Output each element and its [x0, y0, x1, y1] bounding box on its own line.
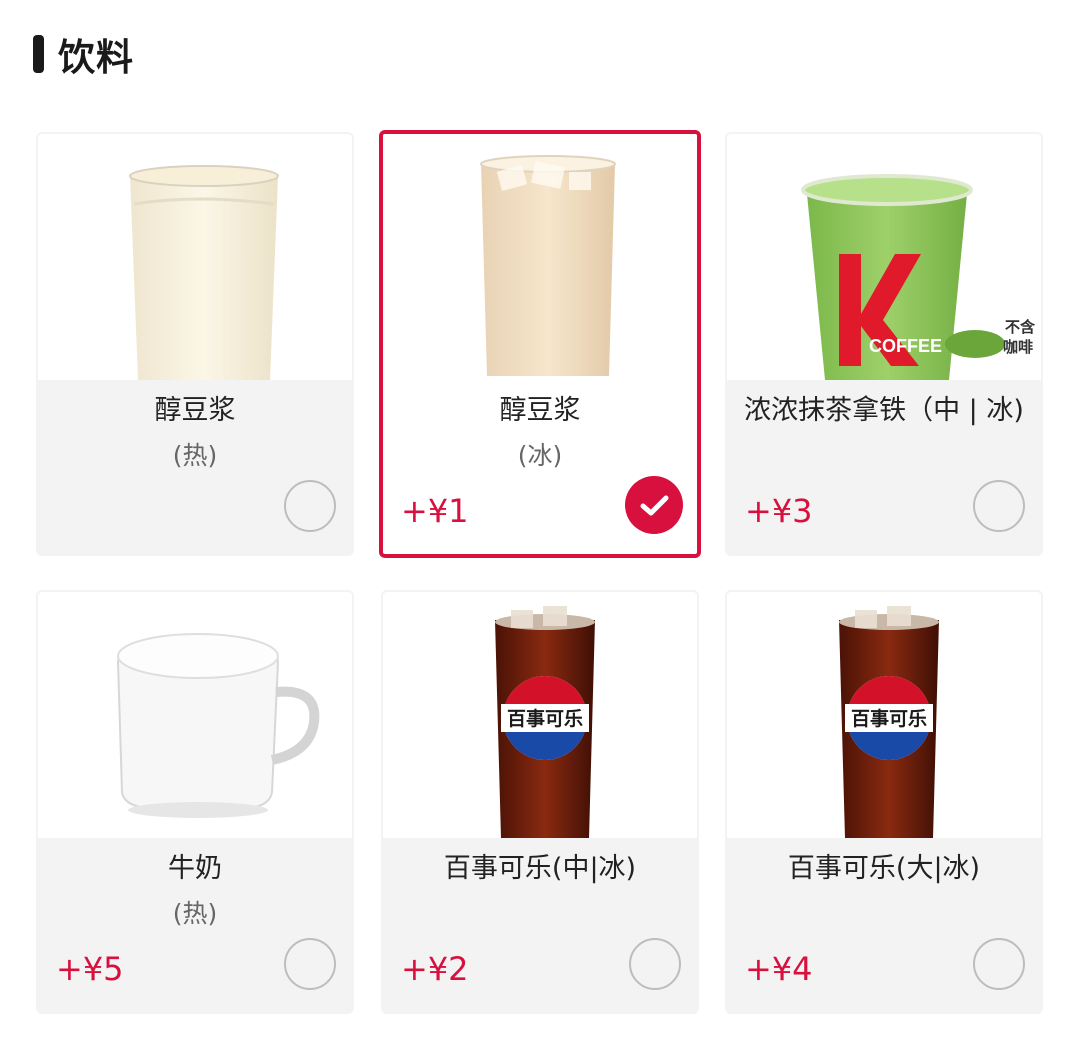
- drink-image: 百事可乐: [383, 592, 697, 838]
- svg-text:不含: 不含: [1005, 318, 1036, 336]
- drink-name: 牛奶: [168, 853, 222, 884]
- svg-text:COFFEE: COFFEE: [869, 336, 942, 356]
- drink-price: +¥1: [401, 492, 469, 530]
- select-radio[interactable]: [973, 480, 1025, 532]
- drink-option-card[interactable]: 醇豆浆 (热): [36, 132, 354, 556]
- drink-name: 浓浓抹茶拿铁（中 | 冰): [744, 395, 1024, 426]
- drink-name: 醇豆浆: [154, 395, 236, 426]
- svg-text:咖啡: 咖啡: [1003, 338, 1033, 356]
- drink-option-card[interactable]: 醇豆浆 (冰) +¥1: [379, 130, 701, 558]
- drink-subtitle: (热): [172, 899, 218, 928]
- checkmark-icon: [640, 495, 669, 516]
- select-radio[interactable]: [973, 938, 1025, 990]
- svg-text:百事可乐: 百事可乐: [507, 707, 583, 730]
- section-header: 饮料: [33, 32, 134, 79]
- matcha-latte-cup-icon: COFFEE 不含 咖啡: [801, 174, 1036, 380]
- drink-price: +¥3: [745, 492, 813, 530]
- drink-option-card[interactable]: 百事可乐 百事可乐(中|冰) +¥2: [381, 590, 699, 1014]
- select-radio[interactable]: [284, 938, 336, 990]
- pepsi-cola-glass-icon: 百事可乐: [839, 606, 939, 838]
- pepsi-cola-glass-icon: 百事可乐: [495, 606, 595, 838]
- drink-option-card[interactable]: 百事可乐 百事可乐(大|冰) +¥4: [725, 590, 1043, 1014]
- drink-image: [38, 134, 352, 380]
- drink-subtitle: (热): [172, 441, 218, 470]
- select-radio[interactable]: [629, 938, 681, 990]
- drink-subtitle: (冰): [517, 441, 563, 470]
- drink-name: 百事可乐(大|冰): [787, 853, 981, 884]
- drink-option-card[interactable]: COFFEE 不含 咖啡 浓浓抹茶拿铁（中 | 冰) +¥3: [725, 132, 1043, 556]
- drink-option-card[interactable]: 牛奶 (热) +¥5: [36, 590, 354, 1014]
- select-radio-checked[interactable]: [625, 476, 683, 534]
- milk-mug-icon: [116, 633, 320, 818]
- drink-name: 百事可乐(中|冰): [443, 853, 637, 884]
- select-radio[interactable]: [284, 480, 336, 532]
- drink-image: COFFEE 不含 咖啡: [727, 134, 1041, 380]
- drink-price: +¥4: [745, 950, 813, 988]
- drink-price: +¥2: [401, 950, 469, 988]
- iced-soy-milk-glass-icon: [480, 155, 616, 376]
- section-title: 饮料: [58, 36, 134, 79]
- drink-image: [383, 134, 697, 376]
- drink-image: 百事可乐: [727, 592, 1041, 838]
- drink-image: [38, 592, 352, 838]
- soy-milk-glass-icon: [129, 165, 279, 380]
- section-accent-bar: [33, 35, 44, 73]
- svg-text:百事可乐: 百事可乐: [851, 707, 927, 730]
- drink-price: +¥5: [56, 950, 124, 988]
- drink-name: 醇豆浆: [499, 395, 581, 426]
